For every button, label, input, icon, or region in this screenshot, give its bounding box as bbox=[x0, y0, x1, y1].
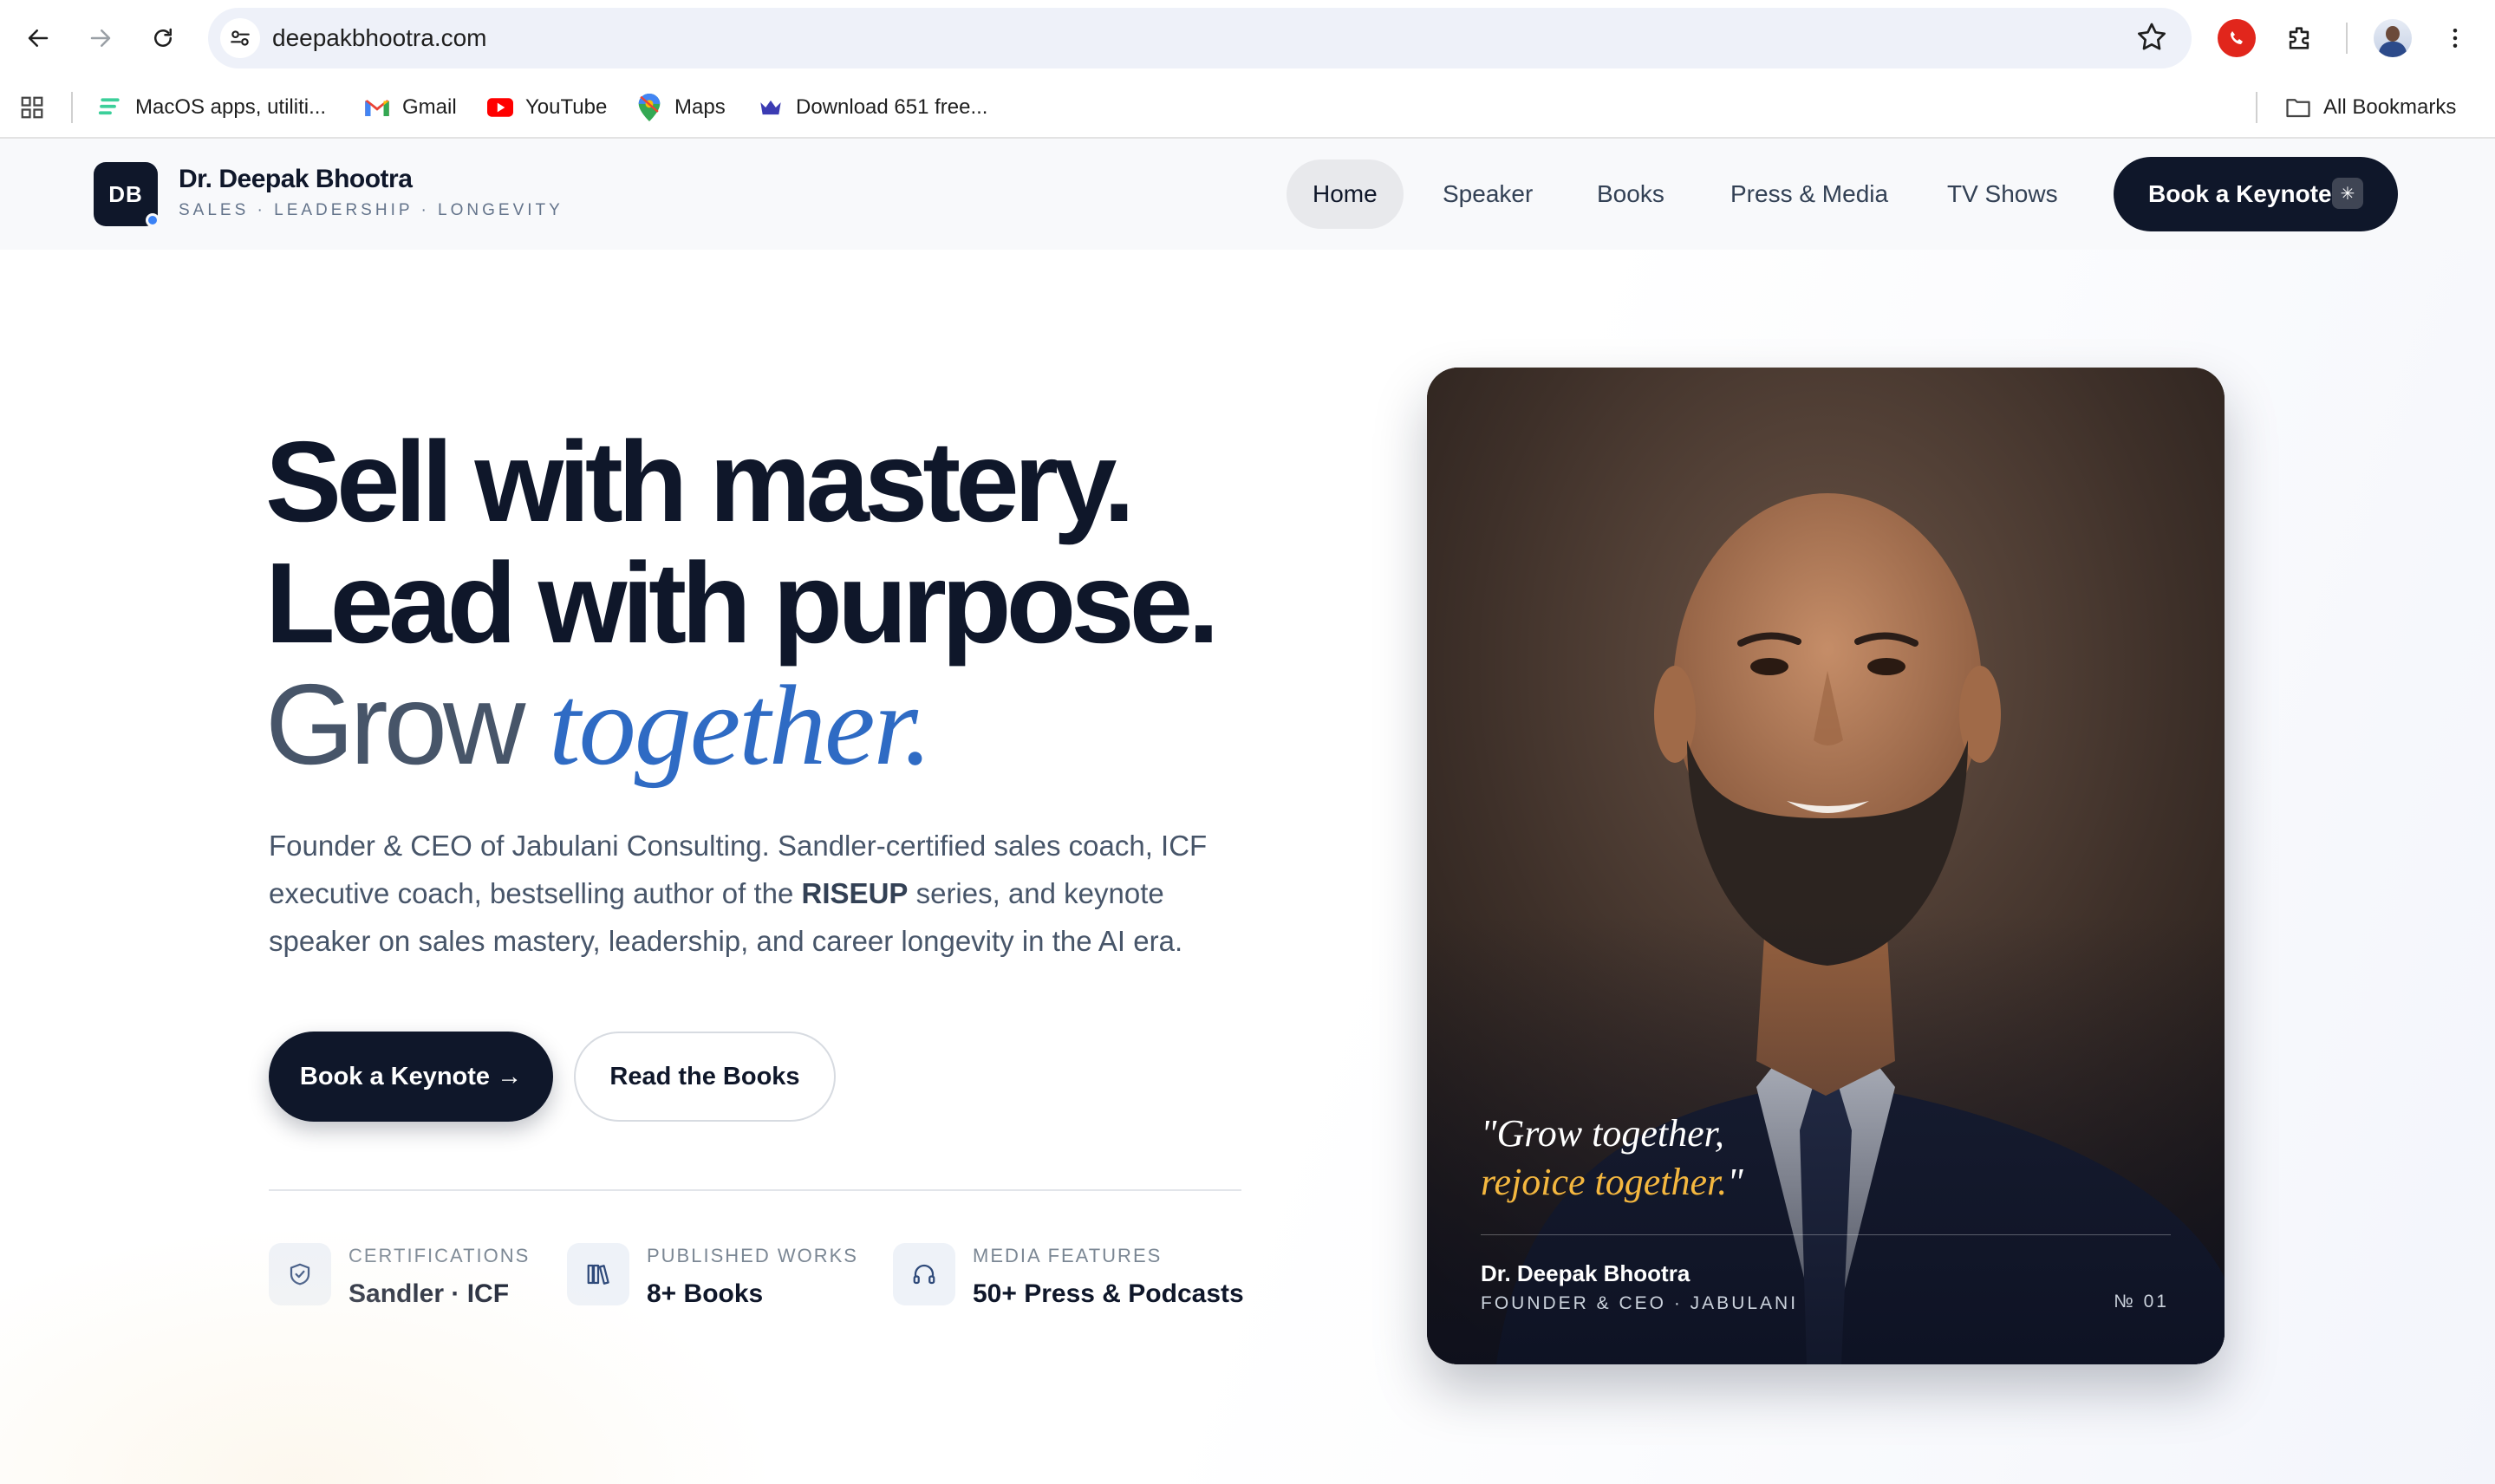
bookmark-label: MacOS apps, utiliti... bbox=[135, 95, 327, 119]
stat-value: Sandler · ICF bbox=[349, 1279, 510, 1308]
headline-line-1: Sell with mastery. bbox=[265, 418, 1135, 545]
headline-together: together. bbox=[549, 661, 932, 789]
headline-grow: Grow bbox=[265, 661, 550, 788]
nav-press-media[interactable]: Press & Media bbox=[1704, 159, 1914, 229]
book-keynote-header-button[interactable]: Book a Keynote ✳ bbox=[2114, 157, 2398, 231]
back-arrow-icon[interactable] bbox=[19, 19, 57, 57]
youtube-icon bbox=[487, 94, 513, 120]
profile-avatar[interactable] bbox=[2374, 19, 2412, 57]
quote-line-2: rejoice together. bbox=[1481, 1161, 1728, 1203]
site-header: DB Dr. Deepak Bhootra SALES · LEADERSHIP… bbox=[0, 139, 2495, 250]
stat-value: 8+ Books bbox=[647, 1279, 764, 1308]
hero-description: Founder & CEO of Jabulani Consulting. Sa… bbox=[269, 822, 1240, 965]
shield-check-icon bbox=[269, 1243, 331, 1305]
books-icon bbox=[567, 1243, 629, 1305]
nav-books[interactable]: Books bbox=[1571, 159, 1690, 229]
forward-arrow-icon[interactable] bbox=[81, 19, 120, 57]
all-bookmarks-button[interactable]: All Bookmarks bbox=[2285, 76, 2456, 139]
portrait-card: "Grow together, rejoice together." Dr. D… bbox=[1427, 368, 2225, 1364]
stat-label: MEDIA FEATURES bbox=[973, 1245, 1163, 1266]
nav-tv-shows[interactable]: TV Shows bbox=[1921, 159, 2084, 229]
bookmark-download[interactable]: Download 651 free... bbox=[758, 76, 987, 139]
brand-tagline: SALES · LEADERSHIP · LONGEVITY bbox=[179, 201, 563, 219]
bookmark-macos-apps[interactable]: MacOS apps, utiliti... bbox=[97, 76, 326, 139]
card-divider bbox=[1481, 1234, 2171, 1235]
brand-name[interactable]: Dr. Deepak Bhootra bbox=[179, 165, 413, 194]
maps-icon bbox=[636, 94, 662, 121]
card-quote: "Grow together, rejoice together." bbox=[1481, 1110, 1743, 1207]
bookmark-star-icon[interactable] bbox=[2134, 20, 2169, 59]
sparkle-icon: ✳ bbox=[2332, 178, 2363, 209]
card-role: FOUNDER & CEO · JABULANI bbox=[1481, 1293, 1799, 1313]
bookmark-gmail[interactable]: Gmail bbox=[364, 76, 457, 139]
lede-riseup: RISEUP bbox=[801, 877, 909, 909]
more-menu-icon[interactable] bbox=[2436, 19, 2474, 57]
quote-close: " bbox=[1727, 1161, 1743, 1203]
bookmarks-bar: MacOS apps, utiliti... Gmail YouTube Map… bbox=[0, 76, 2495, 139]
nav-home[interactable]: Home bbox=[1287, 159, 1404, 229]
card-name: Dr. Deepak Bhootra bbox=[1481, 1260, 1690, 1286]
bookmark-label: Download 651 free... bbox=[796, 95, 988, 119]
bookmark-divider bbox=[2256, 92, 2257, 123]
stat-value: 50+ Press & Podcasts bbox=[973, 1279, 1244, 1308]
logo-status-dot bbox=[146, 213, 160, 227]
folder-icon bbox=[2285, 94, 2311, 120]
headline-line-2: Lead with purpose. bbox=[265, 539, 1220, 667]
bookmark-maps[interactable]: Maps bbox=[636, 76, 726, 139]
setapp-icon bbox=[97, 94, 123, 120]
all-bookmarks-label: All Bookmarks bbox=[2323, 95, 2457, 119]
book-keynote-label: Book a Keynote bbox=[2148, 180, 2332, 207]
bookmark-label: YouTube bbox=[525, 95, 608, 119]
crown-icon bbox=[758, 94, 784, 120]
apps-grid-icon[interactable] bbox=[19, 76, 45, 139]
headline-line-3: Grow together. bbox=[265, 667, 932, 783]
bookmark-label: Maps bbox=[674, 95, 726, 119]
nav-speaker[interactable]: Speaker bbox=[1417, 159, 1559, 229]
url-text[interactable]: deepakbhootra.com bbox=[272, 8, 487, 68]
card-number: № 01 bbox=[2114, 1292, 2169, 1312]
bookmark-youtube[interactable]: YouTube bbox=[487, 76, 607, 139]
reload-icon[interactable] bbox=[144, 19, 182, 57]
browser-toolbar: deepakbhootra.com bbox=[0, 0, 2495, 76]
read-books-button[interactable]: Read the Books bbox=[574, 1032, 836, 1122]
extensions-puzzle-icon[interactable] bbox=[2280, 19, 2318, 57]
extension-red-icon[interactable] bbox=[2218, 19, 2256, 57]
stat-label: CERTIFICATIONS bbox=[349, 1245, 531, 1266]
book-keynote-button[interactable]: Book a Keynote → bbox=[269, 1032, 553, 1122]
web-page: DB Dr. Deepak Bhootra SALES · LEADERSHIP… bbox=[0, 139, 2495, 1484]
address-bar[interactable]: deepakbhootra.com bbox=[208, 8, 2192, 68]
bookmark-divider bbox=[71, 92, 73, 123]
toolbar-divider bbox=[2346, 23, 2348, 54]
site-settings-icon[interactable] bbox=[220, 18, 260, 58]
hero-divider bbox=[269, 1189, 1241, 1191]
bookmark-label: Gmail bbox=[402, 95, 457, 119]
quote-line-1: "Grow together, bbox=[1481, 1112, 1724, 1155]
headphones-icon bbox=[893, 1243, 955, 1305]
stat-label: PUBLISHED WORKS bbox=[647, 1245, 858, 1266]
gmail-icon bbox=[364, 94, 390, 120]
